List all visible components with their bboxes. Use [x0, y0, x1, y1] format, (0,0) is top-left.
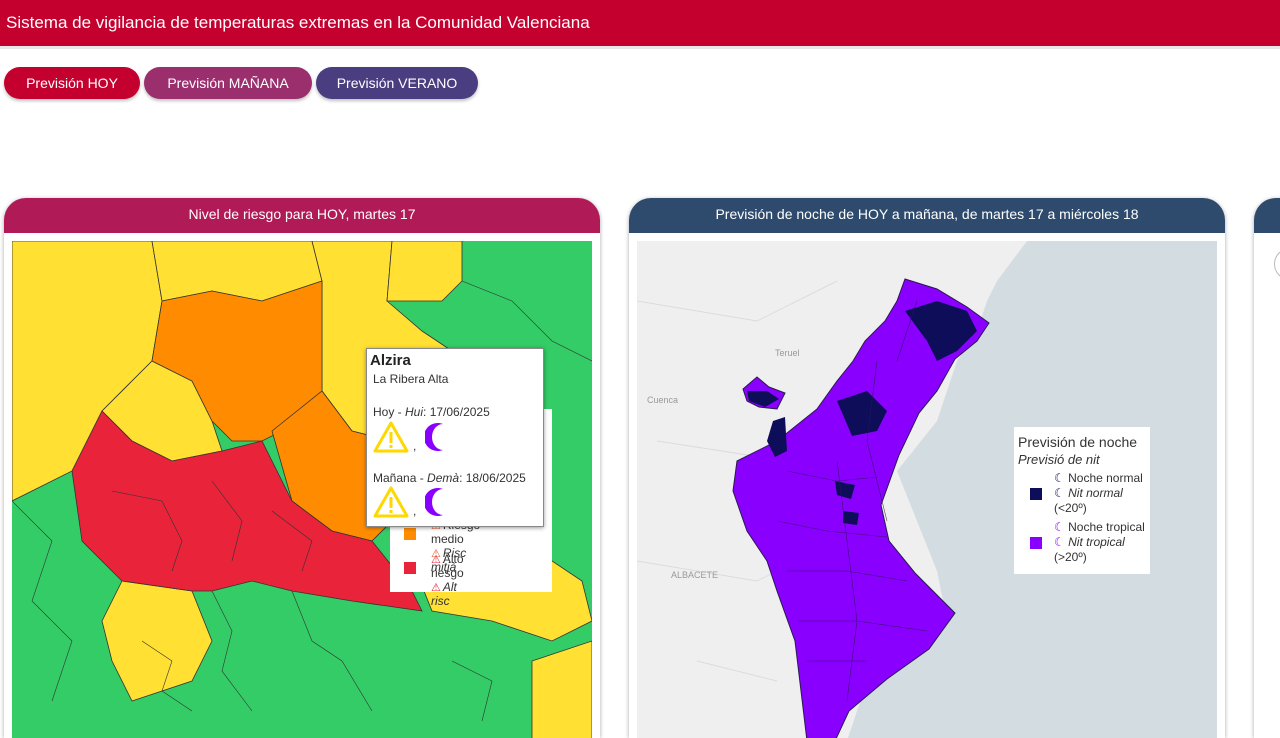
- legend-medium-swatch: [404, 528, 416, 540]
- legend-high-swatch: [404, 562, 416, 574]
- popup-today: Hoy - Hui: 17/06/2025: [373, 405, 490, 419]
- summer-panel-header: [1254, 198, 1280, 233]
- crescent-moon-icon: ☾: [1054, 520, 1065, 534]
- crescent-moon-icon: ☾: [1054, 486, 1065, 500]
- tab-prevision-manana[interactable]: Previsión MAÑANA: [144, 67, 312, 99]
- popup-region: La Ribera Alta: [373, 372, 449, 386]
- night-panel-title: Previsión de noche de HOY a mañana, de m…: [629, 198, 1225, 233]
- warning-triangle-icon: ⚠: [431, 554, 441, 566]
- summer-panel-edge: [1254, 198, 1280, 738]
- risk-panel: Nivel de riesgo para HOY, martes 17 medi…: [4, 198, 600, 738]
- popup-place: Alzira: [370, 352, 411, 369]
- tab-prevision-verano[interactable]: Previsión VERANO: [316, 67, 478, 99]
- crescent-moon-icon: ☾: [1054, 471, 1065, 485]
- app-header: Sistema de vigilancia de temperaturas ex…: [0, 0, 1280, 49]
- legend-normal-night: ☾ Noche normal ☾ Nit normal (<20º): [1054, 471, 1143, 515]
- popup-separator: ,: [413, 504, 417, 518]
- night-legend-title-va: Previsió de nit: [1018, 452, 1100, 467]
- night-legend: Previsión de noche Previsió de nit ☾ Noc…: [1014, 427, 1150, 574]
- legend-tropical-swatch: [1030, 537, 1042, 549]
- warning-triangle-icon: [373, 421, 409, 453]
- popup-tomorrow: Mañana - Demà: 18/06/2025: [373, 471, 526, 485]
- map-popup: Alzira La Ribera Alta Hoy - Hui: 17/06/2…: [366, 348, 544, 527]
- risk-panel-title: Nivel de riesgo para HOY, martes 17: [4, 198, 600, 233]
- warning-triangle-icon: ⚠: [431, 582, 441, 594]
- map-label-albacete: ALBACETE: [671, 570, 718, 580]
- crescent-moon-icon: ☾: [1054, 535, 1065, 549]
- warning-triangle-icon: [373, 486, 409, 518]
- circular-control[interactable]: [1274, 248, 1280, 280]
- crescent-moon-icon: [425, 423, 443, 451]
- app-title: Sistema de vigilancia de temperaturas ex…: [6, 13, 590, 32]
- crescent-moon-icon: [425, 488, 443, 516]
- legend-normal-swatch: [1030, 488, 1042, 500]
- night-panel: Previsión de noche de HOY a mañana, de m…: [629, 198, 1225, 738]
- map-label-teruel: Teruel: [775, 348, 800, 358]
- tab-prevision-hoy[interactable]: Previsión HOY: [4, 67, 140, 99]
- night-legend-title: Previsión de noche: [1018, 434, 1138, 450]
- popup-separator: ,: [413, 439, 417, 453]
- legend-tropical-night: ☾ Noche tropical ☾ Nit tropical (>20º): [1054, 520, 1145, 564]
- map-label-cuenca: Cuenca: [647, 395, 678, 405]
